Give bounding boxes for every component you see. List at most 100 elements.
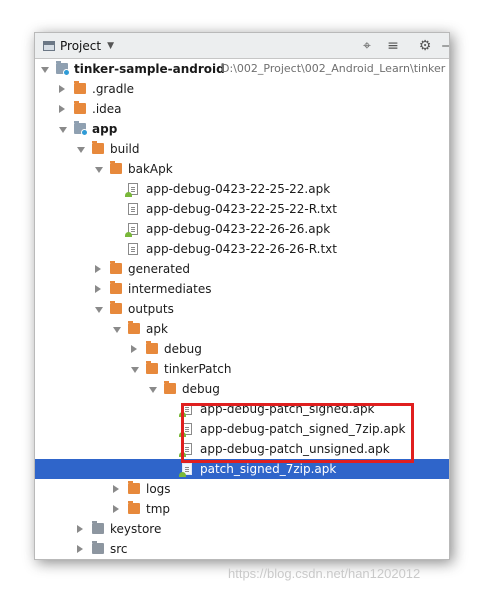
tree-item-label: logs xyxy=(146,482,171,496)
expand-arrow-down-icon[interactable] xyxy=(95,307,103,313)
tree-row[interactable]: app-debug-patch_signed.apk xyxy=(35,399,449,419)
folder-orange-icon xyxy=(92,141,104,154)
tree-row[interactable]: intermediates xyxy=(35,279,449,299)
tree-item-label: app-debug-0423-22-26-26.apk xyxy=(146,222,331,236)
tree-item-label: app-debug-patch_unsigned.apk xyxy=(200,442,390,456)
folder-orange-icon xyxy=(110,161,122,174)
tree-row[interactable]: apk xyxy=(35,319,449,339)
tree-row[interactable]: app-debug-patch_unsigned.apk xyxy=(35,439,449,459)
project-tool-window: Project ▼ ⌖ ≡ ⚙ ‒ tinker-sample-android D… xyxy=(34,32,450,560)
tree-item-label: src xyxy=(110,542,128,556)
file-apk-icon xyxy=(179,423,192,437)
tree-row[interactable]: generated xyxy=(35,259,449,279)
folder-orange-icon xyxy=(128,501,140,514)
chevron-down-icon: ▼ xyxy=(107,41,114,51)
tree-row[interactable]: app-debug-0423-22-25-22-R.txt xyxy=(35,199,449,219)
hide-panel-icon[interactable]: ‒ xyxy=(439,37,449,55)
file-apk-icon xyxy=(179,463,192,477)
tree-row[interactable]: tinker-sample-android D:\002_Project\002_… xyxy=(35,59,449,79)
folder-orange-icon xyxy=(110,261,122,274)
tree-item-label: patch_signed_7zip.apk xyxy=(200,462,337,476)
watermark: https://blog.csdn.net/han1202012 xyxy=(228,566,421,581)
tree-row[interactable]: keystore xyxy=(35,519,449,539)
tree-item-label: app-debug-patch_signed_7zip.apk xyxy=(200,422,406,436)
expand-arrow-down-icon[interactable] xyxy=(77,147,85,153)
module-icon xyxy=(56,61,70,76)
expand-arrow-right-icon[interactable] xyxy=(59,85,65,93)
tree-row[interactable]: app-debug-0423-22-25-22.apk xyxy=(35,179,449,199)
tree-row[interactable]: bakApk xyxy=(35,159,449,179)
tree-row[interactable]: app-debug-0423-22-26-26.apk xyxy=(35,219,449,239)
tree-item-label: intermediates xyxy=(128,282,212,296)
file-apk-icon xyxy=(125,223,138,237)
expand-arrow-right-icon[interactable] xyxy=(95,265,101,273)
folder-orange-icon xyxy=(146,341,158,354)
expand-arrow-down-icon[interactable] xyxy=(95,167,103,173)
tree-item-label: app-debug-0423-22-26-26-R.txt xyxy=(146,242,337,256)
tree-row[interactable]: .gradle xyxy=(35,79,449,99)
expand-arrow-down-icon[interactable] xyxy=(149,387,157,393)
tree-item-label: bakApk xyxy=(128,162,173,176)
settings-gear-icon[interactable]: ⚙ xyxy=(415,37,435,55)
tree-row[interactable]: app-debug-0423-22-26-26-R.txt xyxy=(35,239,449,259)
file-apk-icon xyxy=(179,443,192,457)
tree-row[interactable]: build xyxy=(35,139,449,159)
expand-arrow-down-icon[interactable] xyxy=(131,367,139,373)
folder-orange-icon xyxy=(128,481,140,494)
tree-item-label: tmp xyxy=(146,502,171,516)
folder-orange-icon xyxy=(128,321,140,334)
tree-row[interactable]: debug xyxy=(35,379,449,399)
tree-item-label: app xyxy=(92,122,118,136)
folder-orange-icon xyxy=(110,301,122,314)
expand-arrow-down-icon[interactable] xyxy=(59,127,67,133)
tree-row[interactable]: tinkerPatch xyxy=(35,359,449,379)
tree-item-label: app-debug-patch_signed.apk xyxy=(200,402,375,416)
expand-arrow-right-icon[interactable] xyxy=(131,345,137,353)
tree-item-label: .gradle xyxy=(92,82,135,96)
folder-orange-icon xyxy=(74,81,86,94)
tree-row[interactable]: app xyxy=(35,119,449,139)
expand-arrow-right-icon[interactable] xyxy=(113,485,119,493)
tree-row[interactable]: logs xyxy=(35,479,449,499)
project-view-title: Project xyxy=(60,39,102,53)
expand-arrow-down-icon[interactable] xyxy=(113,327,121,333)
expand-arrow-right-icon[interactable] xyxy=(77,525,83,533)
tree-item-label: build xyxy=(110,142,140,156)
tree-item-label: app-debug-0423-22-25-22-R.txt xyxy=(146,202,337,216)
tree-row[interactable]: app-debug-patch_signed_7zip.apk xyxy=(35,419,449,439)
folder-orange-icon xyxy=(110,281,122,294)
file-txt-icon xyxy=(128,243,138,255)
expand-arrow-down-icon[interactable] xyxy=(41,67,49,73)
project-toolbar: Project ▼ ⌖ ≡ ⚙ ‒ xyxy=(35,33,449,59)
project-path: D:\002_Project\002_Android_Learn\tinker xyxy=(221,62,446,75)
tree-item-label: outputs xyxy=(128,302,174,316)
folder-orange-icon xyxy=(164,381,176,394)
tree-item-label: keystore xyxy=(110,522,162,536)
tree-row[interactable]: tmp xyxy=(35,499,449,519)
tree-item-label: debug xyxy=(182,382,220,396)
file-apk-icon xyxy=(125,183,138,197)
tree-row[interactable]: .idea xyxy=(35,99,449,119)
collapse-all-icon[interactable]: ≡ xyxy=(383,37,403,55)
expand-arrow-right-icon[interactable] xyxy=(59,105,65,113)
tree-item-label: .idea xyxy=(92,102,122,116)
locate-target-icon[interactable]: ⌖ xyxy=(357,37,377,55)
expand-arrow-right-icon[interactable] xyxy=(77,545,83,553)
expand-arrow-right-icon[interactable] xyxy=(95,285,101,293)
project-view-icon xyxy=(43,41,55,51)
tree-item-label: generated xyxy=(128,262,190,276)
file-apk-icon xyxy=(179,403,192,417)
tree-item-label: debug xyxy=(164,342,202,356)
expand-arrow-right-icon[interactable] xyxy=(113,505,119,513)
tree-item-label: tinker-sample-android xyxy=(74,62,225,76)
tree-row[interactable]: debug xyxy=(35,339,449,359)
tree-item-label: apk xyxy=(146,322,168,336)
tree-row[interactable]: outputs xyxy=(35,299,449,319)
folder-gray-icon xyxy=(92,541,104,554)
tree-row[interactable]: src xyxy=(35,539,449,559)
project-view-selector[interactable]: Project ▼ xyxy=(43,37,114,55)
module-icon xyxy=(74,121,88,136)
tree-item-label: tinkerPatch xyxy=(164,362,232,376)
file-txt-icon xyxy=(128,203,138,215)
tree-row[interactable]: patch_signed_7zip.apk xyxy=(35,459,449,479)
